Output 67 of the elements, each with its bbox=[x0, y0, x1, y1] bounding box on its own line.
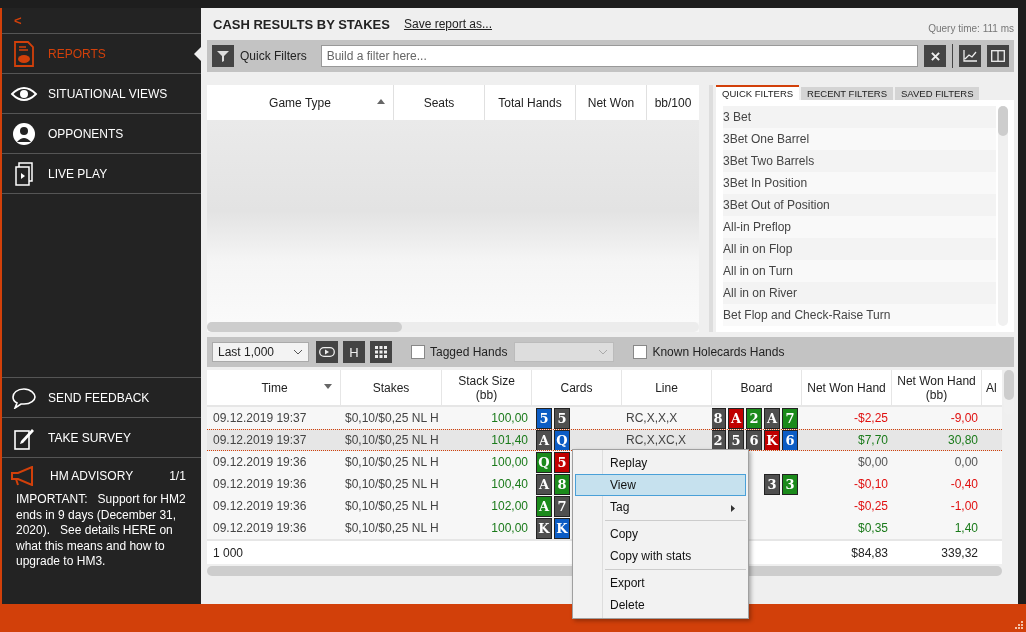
table-cell: $0,00 bbox=[857, 455, 888, 469]
playing-card: 6 bbox=[746, 430, 762, 450]
table-cell: 09.12.2019 19:37 bbox=[213, 433, 307, 447]
playing-card: Q bbox=[536, 451, 552, 473]
total-cell: 1 000 bbox=[213, 545, 244, 560]
table-cell: 101,40 bbox=[491, 433, 528, 447]
table-cell: 09.12.2019 19:36 bbox=[213, 521, 307, 535]
table-cell: 102,00 bbox=[491, 499, 528, 513]
table-cell: 30,80 bbox=[947, 433, 978, 447]
table-cell: RC,X,XC,X bbox=[626, 433, 686, 447]
table-cell: -$0,10 bbox=[853, 477, 888, 491]
checkbox-label: Tagged Hands bbox=[430, 345, 508, 359]
playing-card: 2 bbox=[712, 430, 726, 450]
table-cell: 100,00 bbox=[491, 455, 528, 469]
playing-card: A bbox=[728, 407, 744, 429]
playing-card: Q bbox=[554, 430, 570, 450]
playing-card: 8 bbox=[554, 473, 570, 495]
table-cell: -9,00 bbox=[950, 411, 978, 425]
playing-card: 3 bbox=[782, 473, 798, 495]
table-cell: -1,00 bbox=[950, 499, 978, 513]
playing-card: A bbox=[536, 430, 552, 450]
table-cell: $0,10/$0,25 NL H bbox=[345, 455, 439, 469]
playing-card: A bbox=[536, 473, 552, 495]
table-cell: 09.12.2019 19:36 bbox=[213, 477, 307, 491]
table-cell: $0,10/$0,25 NL H bbox=[345, 499, 439, 513]
playing-card: K bbox=[764, 430, 780, 450]
table-cell: 100,40 bbox=[491, 477, 528, 491]
table-cell: $7,70 bbox=[857, 433, 888, 447]
table-cell: 0,00 bbox=[954, 455, 978, 469]
total-cell: $84,83 bbox=[851, 545, 888, 560]
table-cell: 09.12.2019 19:36 bbox=[213, 455, 307, 469]
advisory-text: IMPORTANT: Support for HM2 ends in 9 days (December 31, 2020). See details HERE on what this means and how to upgrade to HM3. bbox=[16, 492, 187, 570]
playing-card: 6 bbox=[782, 430, 798, 450]
query-time: Query time: 111 ms bbox=[928, 21, 1014, 34]
table-cell: $0,10/$0,25 NL H bbox=[345, 411, 439, 425]
report-title: CASH RESULTS BY STAKES bbox=[213, 16, 390, 32]
playing-card: 3 bbox=[764, 473, 780, 495]
table-cell: 100,00 bbox=[491, 411, 528, 425]
table-cell: 09.12.2019 19:36 bbox=[213, 499, 307, 513]
playing-card: A bbox=[536, 495, 552, 517]
playing-card: 8 bbox=[712, 407, 726, 429]
table-cell: -$2,25 bbox=[853, 411, 888, 425]
playing-card: 5 bbox=[536, 407, 552, 429]
table-cell: $0,35 bbox=[857, 521, 888, 535]
playing-card: 7 bbox=[782, 407, 798, 429]
playing-card: A bbox=[764, 407, 780, 429]
table-cell: 09.12.2019 19:37 bbox=[213, 411, 307, 425]
playing-card: 7 bbox=[554, 495, 570, 517]
playing-card: K bbox=[554, 517, 570, 539]
table-cell: $0,10/$0,25 NL H bbox=[345, 477, 439, 491]
total-cell: 339,32 bbox=[941, 545, 978, 560]
table-cell: 100,00 bbox=[491, 521, 528, 535]
table-cell: RC,X,X,X bbox=[626, 411, 678, 425]
table-cell: 1,40 bbox=[954, 521, 978, 535]
playing-card: 2 bbox=[746, 407, 762, 429]
checkbox-label: Known Holecards Hands bbox=[652, 345, 785, 359]
table-cell: $0,10/$0,25 NL H bbox=[345, 433, 439, 447]
table-cell: $0,10/$0,25 NL H bbox=[345, 521, 439, 535]
quick-filters-label: Quick Filters bbox=[240, 49, 307, 63]
table-cell: -$0,25 bbox=[853, 499, 888, 513]
advisory-title: HM ADVISORY bbox=[50, 469, 134, 483]
advisory-count: 1/1 bbox=[169, 469, 186, 483]
playing-card: 5 bbox=[728, 430, 744, 450]
table-cell: -0,40 bbox=[950, 477, 978, 491]
playing-card: 5 bbox=[554, 451, 570, 473]
playing-card: 5 bbox=[554, 407, 570, 429]
playing-card: K bbox=[536, 517, 552, 539]
